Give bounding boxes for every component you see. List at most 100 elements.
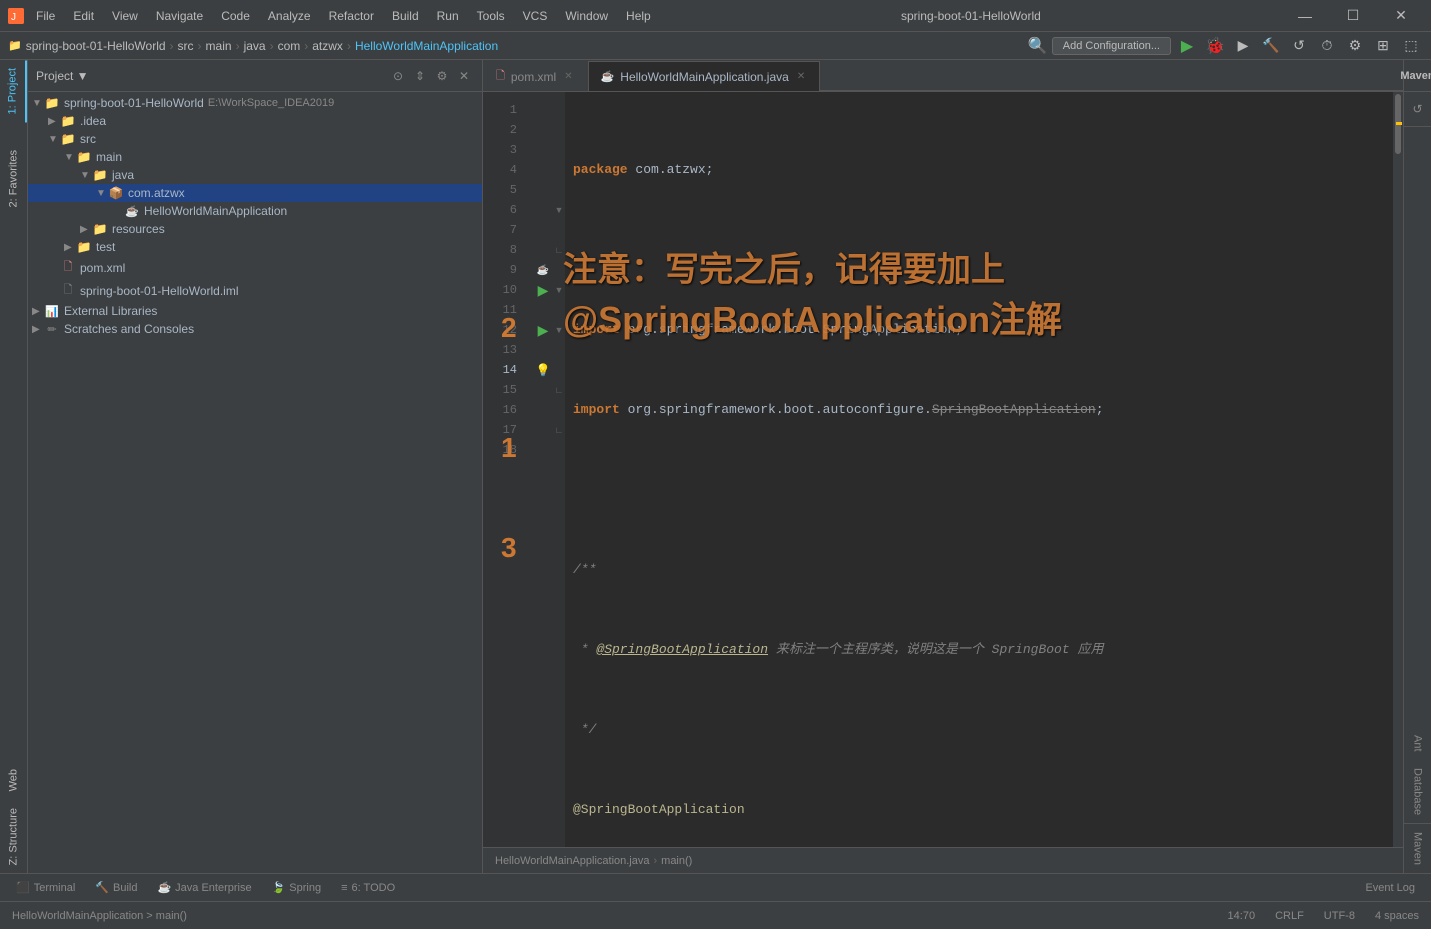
run-button[interactable]: ▶ — [1175, 34, 1199, 58]
tree-arrow-src[interactable]: ▼ — [48, 134, 60, 145]
tree-item-idea[interactable]: ▶ 📁 .idea — [28, 112, 482, 130]
debug-button[interactable]: 🐞 — [1203, 34, 1227, 58]
scrollbar-area[interactable] — [1393, 92, 1403, 847]
tree-item-package[interactable]: ▼ 📦 com.atzwx — [28, 184, 482, 202]
gutter-12[interactable]: ▶ — [533, 320, 553, 340]
tab-pom-xml[interactable]: 🗋 pom.xml ✕ — [483, 61, 588, 91]
status-charset[interactable]: UTF-8 — [1320, 908, 1359, 924]
menu-navigate[interactable]: Navigate — [148, 7, 211, 25]
java-enterprise-label: Java Enterprise — [175, 882, 251, 894]
tree-item-pom[interactable]: 🗋 pom.xml — [28, 256, 482, 279]
tree-item-main[interactable]: ▼ 📁 main — [28, 148, 482, 166]
fold-6[interactable]: ▼ — [553, 200, 565, 220]
search-everywhere-icon[interactable]: 🔍 — [1028, 36, 1048, 56]
refresh-button[interactable]: ↺ — [1287, 34, 1311, 58]
status-line-ending[interactable]: CRLF — [1271, 908, 1308, 924]
tree-item-resources[interactable]: ▶ 📁 resources — [28, 220, 482, 238]
tree-item-external-libs[interactable]: ▶ 📊 External Libraries — [28, 302, 482, 320]
gutter-17 — [533, 420, 553, 440]
menu-tools[interactable]: Tools — [469, 7, 513, 25]
ant-tab[interactable]: Ant — [1404, 727, 1431, 760]
sidebar-item-project[interactable]: 1: Project — [0, 60, 27, 122]
todo-icon: ≡ — [341, 882, 347, 894]
main-tab-close[interactable]: ✕ — [795, 70, 807, 83]
sidebar-item-web[interactable]: Web — [0, 761, 27, 799]
coverage-button[interactable]: ▶ — [1231, 34, 1255, 58]
breadcrumb-main[interactable]: main — [206, 39, 232, 53]
code-editor[interactable]: 1 2 3 4 5 6 7 8 9 10 11 12 13 14 15 16 1… — [483, 92, 1403, 847]
database-tab[interactable]: Database — [1404, 760, 1431, 823]
sidebar-item-structure[interactable]: Z: Structure — [0, 800, 27, 873]
tree-arrow-root[interactable]: ▼ — [32, 98, 44, 109]
menu-vcs[interactable]: VCS — [515, 7, 556, 25]
tree-arrow-main[interactable]: ▼ — [64, 152, 76, 163]
code-content[interactable]: package com.atzwx; import org.springfram… — [565, 92, 1403, 847]
status-indent[interactable]: 4 spaces — [1371, 908, 1423, 924]
breadcrumb-java[interactable]: java — [244, 39, 266, 53]
tree-arrow-java[interactable]: ▼ — [80, 170, 92, 181]
tree-item-iml[interactable]: 🗋 spring-boot-01-HelloWorld.iml — [28, 279, 482, 302]
fold-12[interactable]: ▼ — [553, 320, 565, 340]
tree-item-main-class[interactable]: ☕ HelloWorldMainApplication — [28, 202, 482, 220]
maven-refresh-btn[interactable]: ↺ — [1408, 96, 1427, 122]
breadcrumb-src[interactable]: src — [178, 39, 194, 53]
menu-code[interactable]: Code — [213, 7, 258, 25]
maven-tab-bottom[interactable]: Maven — [1404, 823, 1431, 873]
tree-arrow-idea[interactable]: ▶ — [48, 116, 60, 127]
menu-refactor[interactable]: Refactor — [321, 7, 382, 25]
menu-build[interactable]: Build — [384, 7, 427, 25]
close-panel-button[interactable]: ✕ — [454, 66, 474, 86]
tree-item-test[interactable]: ▶ 📁 test — [28, 238, 482, 256]
tree-item-root[interactable]: ▼ 📁 spring-boot-01-HelloWorld E:\WorkSpa… — [28, 94, 482, 112]
fold-10[interactable]: ▼ — [553, 280, 565, 300]
tree-arrow-resources[interactable]: ▶ — [80, 224, 92, 235]
panel-settings-button[interactable]: ⚙ — [432, 66, 452, 86]
gutter-10[interactable]: ▶ — [533, 280, 553, 300]
locate-file-button[interactable]: ⊙ — [388, 66, 408, 86]
tree-item-src[interactable]: ▼ 📁 src — [28, 130, 482, 148]
add-configuration-button[interactable]: Add Configuration... — [1052, 37, 1171, 55]
breadcrumb-com[interactable]: com — [278, 39, 301, 53]
tab-main-class[interactable]: ☕ HelloWorldMainApplication.java ✕ — [588, 61, 821, 91]
breadcrumb-class[interactable]: HelloWorldMainApplication — [355, 39, 498, 53]
tree-arrow-package[interactable]: ▼ — [96, 188, 108, 199]
menu-file[interactable]: File — [28, 7, 63, 25]
tree-arrow-ext-libs[interactable]: ▶ — [32, 306, 44, 317]
tree-arrow-scratches[interactable]: ▶ — [32, 324, 44, 335]
bottom-tab-java-enterprise[interactable]: ☕ Java Enterprise — [149, 879, 259, 896]
menu-analyze[interactable]: Analyze — [260, 7, 319, 25]
line-num-7: 7 — [483, 220, 525, 240]
status-position[interactable]: 14:70 — [1224, 908, 1260, 924]
menu-run[interactable]: Run — [429, 7, 467, 25]
menu-view[interactable]: View — [104, 7, 146, 25]
sidebar-item-favorites[interactable]: 2: Favorites — [0, 142, 27, 215]
build-icon: 🔨 — [95, 881, 109, 894]
view-mode-button[interactable]: ⊞ — [1371, 34, 1395, 58]
history-button[interactable]: ⏱ — [1315, 34, 1339, 58]
bottom-tab-spring[interactable]: 🍃 Spring — [264, 879, 330, 896]
expand-all-button[interactable]: ⇕ — [410, 66, 430, 86]
bottom-tab-terminal[interactable]: ⬛ Terminal — [8, 879, 83, 896]
tree-item-java[interactable]: ▼ 📁 java — [28, 166, 482, 184]
layout-button[interactable]: ⬚ — [1399, 34, 1423, 58]
bottom-tab-build[interactable]: 🔨 Build — [87, 879, 145, 896]
tree-arrow-test[interactable]: ▶ — [64, 242, 76, 253]
breadcrumb-atzwx[interactable]: atzwx — [312, 39, 343, 53]
menu-window[interactable]: Window — [557, 7, 616, 25]
build-button[interactable]: 🔨 — [1259, 34, 1283, 58]
settings-button[interactable]: ⚙ — [1343, 34, 1367, 58]
breadcrumb-project[interactable]: 📁 spring-boot-01-HelloWorld — [8, 39, 166, 53]
pom-tab-close[interactable]: ✕ — [562, 70, 574, 83]
menu-help[interactable]: Help — [618, 7, 659, 25]
status-left: HelloWorldMainApplication > main() — [8, 908, 191, 924]
minimize-button[interactable]: — — [1283, 0, 1327, 32]
line-num-10: 10 — [483, 280, 525, 300]
gutter-18 — [533, 440, 553, 460]
close-button[interactable]: ✕ — [1379, 0, 1423, 32]
tree-item-scratches[interactable]: ▶ ✏ Scratches and Consoles — [28, 320, 482, 338]
maximize-button[interactable]: ☐ — [1331, 0, 1375, 32]
line-num-13: 13 — [483, 340, 525, 360]
bottom-tab-todo[interactable]: ≡ 6: TODO — [333, 880, 403, 896]
menu-edit[interactable]: Edit — [65, 7, 102, 25]
bottom-tab-event-log[interactable]: Event Log — [1357, 880, 1423, 896]
